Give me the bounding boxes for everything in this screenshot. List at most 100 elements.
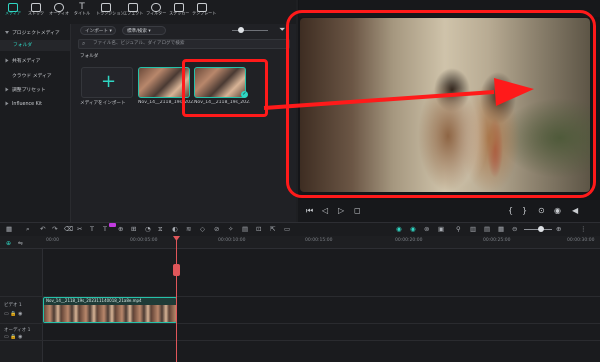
auto-icon[interactable]: ▦ bbox=[498, 225, 504, 233]
mic-icon[interactable]: ⚲ bbox=[456, 225, 461, 233]
sticker-icon bbox=[174, 3, 184, 12]
sidebar-item-folder[interactable]: フォルダ bbox=[0, 40, 70, 51]
import-dropdown[interactable]: インポート ▾ bbox=[80, 26, 116, 35]
crop-icon[interactable]: ⊞ bbox=[131, 225, 136, 233]
search-icon: ⌕ bbox=[82, 40, 86, 47]
search-input[interactable]: ファイル名、ビジュアル、ダイアログで検索 bbox=[78, 39, 290, 49]
import-media-card[interactable]: + bbox=[81, 67, 133, 98]
snapshot-icon[interactable]: ⊙ bbox=[538, 206, 545, 216]
plus-icon: + bbox=[101, 71, 117, 92]
sidebar-item-shared-media[interactable]: 共有メディア bbox=[0, 56, 70, 67]
mixer-icon[interactable]: ▤ bbox=[484, 225, 490, 233]
more-options-icon[interactable]: ⋮ bbox=[580, 225, 587, 233]
marker-icon[interactable]: ▭ bbox=[284, 225, 290, 233]
sort-dropdown[interactable]: 標準/検索 ▾ bbox=[122, 26, 166, 35]
tab-template[interactable]: テンプレート bbox=[191, 2, 216, 22]
folder-heading: フォルダ bbox=[80, 54, 99, 59]
ai-tools-icon[interactable]: ✧ bbox=[228, 225, 233, 233]
tab-stock[interactable]: ストック bbox=[25, 2, 47, 22]
new-badge bbox=[109, 223, 116, 227]
chevron-down-icon bbox=[5, 31, 9, 34]
freeze-icon[interactable]: ⧖ bbox=[158, 225, 163, 233]
camera-icon[interactable]: ◉ bbox=[554, 206, 561, 216]
video-track-controls-icon[interactable]: ▭ 🔒 ◉ bbox=[4, 311, 23, 317]
tab-audio[interactable]: オーディオ bbox=[48, 2, 70, 22]
play-icon[interactable]: ▷ bbox=[338, 206, 344, 216]
tab-title[interactable]: T タイトル bbox=[71, 2, 93, 22]
tab-sticker[interactable]: ステッカー bbox=[168, 2, 190, 22]
title-icon: T bbox=[79, 2, 85, 12]
stock-icon bbox=[31, 3, 41, 12]
ruler-label: 00:00:10:00 bbox=[218, 238, 246, 243]
redo-icon[interactable]: ↷ bbox=[52, 225, 57, 233]
chevron-right-icon bbox=[5, 58, 9, 63]
sidebar-item-project-media[interactable]: プロジェクトメディア bbox=[0, 28, 70, 39]
audio-track-controls-icon[interactable]: ▭ 🔒 ◉ bbox=[4, 334, 23, 340]
sidebar-item-influence-kit[interactable]: Influence Kit bbox=[0, 99, 70, 110]
stabilize-icon[interactable]: ⊡ bbox=[256, 225, 261, 233]
tab-media[interactable]: メディア bbox=[2, 2, 24, 22]
tab-transition[interactable]: トランジション bbox=[95, 2, 124, 22]
chevron-right-icon bbox=[5, 87, 9, 92]
mark-in-icon[interactable]: { bbox=[508, 206, 513, 216]
playhead[interactable] bbox=[176, 238, 177, 362]
export-frame-icon[interactable]: ⇱ bbox=[270, 225, 275, 233]
media-toolbar: メディア ストック オーディオ T タイトル トランジション エフェクト フィルタ… bbox=[0, 0, 296, 24]
zoom-in-icon[interactable]: ⊕ bbox=[556, 225, 561, 233]
mark-out-icon[interactable]: } bbox=[522, 206, 527, 216]
link-icon[interactable]: ⊚ bbox=[424, 225, 429, 233]
link-track-icon[interactable]: ⇋ bbox=[18, 240, 23, 247]
media-icon bbox=[8, 3, 18, 12]
arrow-annotation bbox=[263, 78, 534, 110]
clip-name: Nov_14__2118_19s_202311140018_21a8e.mp4 bbox=[46, 298, 142, 303]
sidebar-item-adjust-presets[interactable]: 調整プリセット bbox=[0, 85, 70, 96]
tab-effect[interactable]: エフェクト bbox=[122, 2, 144, 22]
delete-icon[interactable]: ⌫ bbox=[64, 225, 73, 233]
mask-icon[interactable]: ⊘ bbox=[214, 225, 219, 233]
slider-knob[interactable] bbox=[238, 27, 244, 33]
cut-icon[interactable]: ✂ bbox=[77, 225, 82, 233]
ruler-label: 00:00 bbox=[46, 238, 59, 243]
playhead-knob[interactable] bbox=[173, 264, 180, 276]
timeline-zoom-knob[interactable] bbox=[538, 226, 544, 232]
ruler-label: 00:00:15:00 bbox=[305, 238, 333, 243]
tab-filter[interactable]: フィルター bbox=[145, 2, 167, 22]
zoom-out-icon[interactable]: ⊖ bbox=[512, 225, 517, 233]
ai-text-icon[interactable]: T bbox=[103, 225, 107, 233]
ruler-label: 00:00:05:00 bbox=[130, 238, 158, 243]
add-track-icon[interactable]: ⊕ bbox=[6, 240, 11, 247]
video-track-label: ビデオ 1 bbox=[4, 303, 22, 308]
lane-divider bbox=[0, 323, 600, 324]
import-media-label: メディアをインポート bbox=[80, 101, 126, 106]
audio-wave-icon[interactable]: ≋ bbox=[186, 225, 191, 233]
zoom-icon[interactable]: ⊕ bbox=[118, 225, 123, 233]
render-icon[interactable]: ▣ bbox=[438, 225, 444, 233]
volume-icon[interactable]: ◀ bbox=[572, 206, 578, 216]
sidebar-item-cloud-media[interactable]: クラウド メディア bbox=[0, 71, 70, 82]
chevron-right-icon bbox=[5, 101, 9, 106]
magnet-icon[interactable]: ◉ bbox=[410, 225, 416, 233]
speed-icon[interactable]: ◔ bbox=[145, 225, 151, 233]
sidebar bbox=[0, 24, 71, 222]
step-back-icon[interactable]: ◁ bbox=[322, 206, 328, 216]
prev-frame-icon[interactable]: ⏮ bbox=[306, 206, 313, 216]
ruler-label: 00:00:25:00 bbox=[483, 238, 511, 243]
undo-icon[interactable]: ↶ bbox=[40, 225, 45, 233]
voiceover-icon[interactable]: ▥ bbox=[470, 225, 476, 233]
select-tool-icon[interactable]: ⌕ bbox=[26, 225, 30, 233]
filter-funnel-icon[interactable]: ⏷ bbox=[279, 25, 285, 35]
text-icon[interactable]: T bbox=[90, 225, 94, 233]
color-icon[interactable]: ◐ bbox=[172, 225, 178, 233]
highlight-box-clip bbox=[182, 59, 268, 117]
ruler-label: 00:00:30:00 bbox=[567, 238, 595, 243]
ruler-label: 00:00:20:00 bbox=[395, 238, 423, 243]
template-icon bbox=[197, 3, 207, 12]
more-tools-icon[interactable]: ▤ bbox=[242, 225, 248, 233]
timeline-video-clip[interactable]: Nov_14__2118_19s_202311140018_21a8e.mp4 bbox=[43, 297, 177, 323]
stop-icon[interactable]: ◻ bbox=[354, 206, 361, 216]
layout-grid-icon[interactable]: ▦ bbox=[6, 225, 12, 233]
snap-icon[interactable]: ◉ bbox=[396, 225, 402, 233]
lane-divider bbox=[0, 340, 600, 341]
keyframe-icon[interactable]: ◇ bbox=[200, 225, 205, 233]
filter-icon bbox=[151, 3, 161, 12]
